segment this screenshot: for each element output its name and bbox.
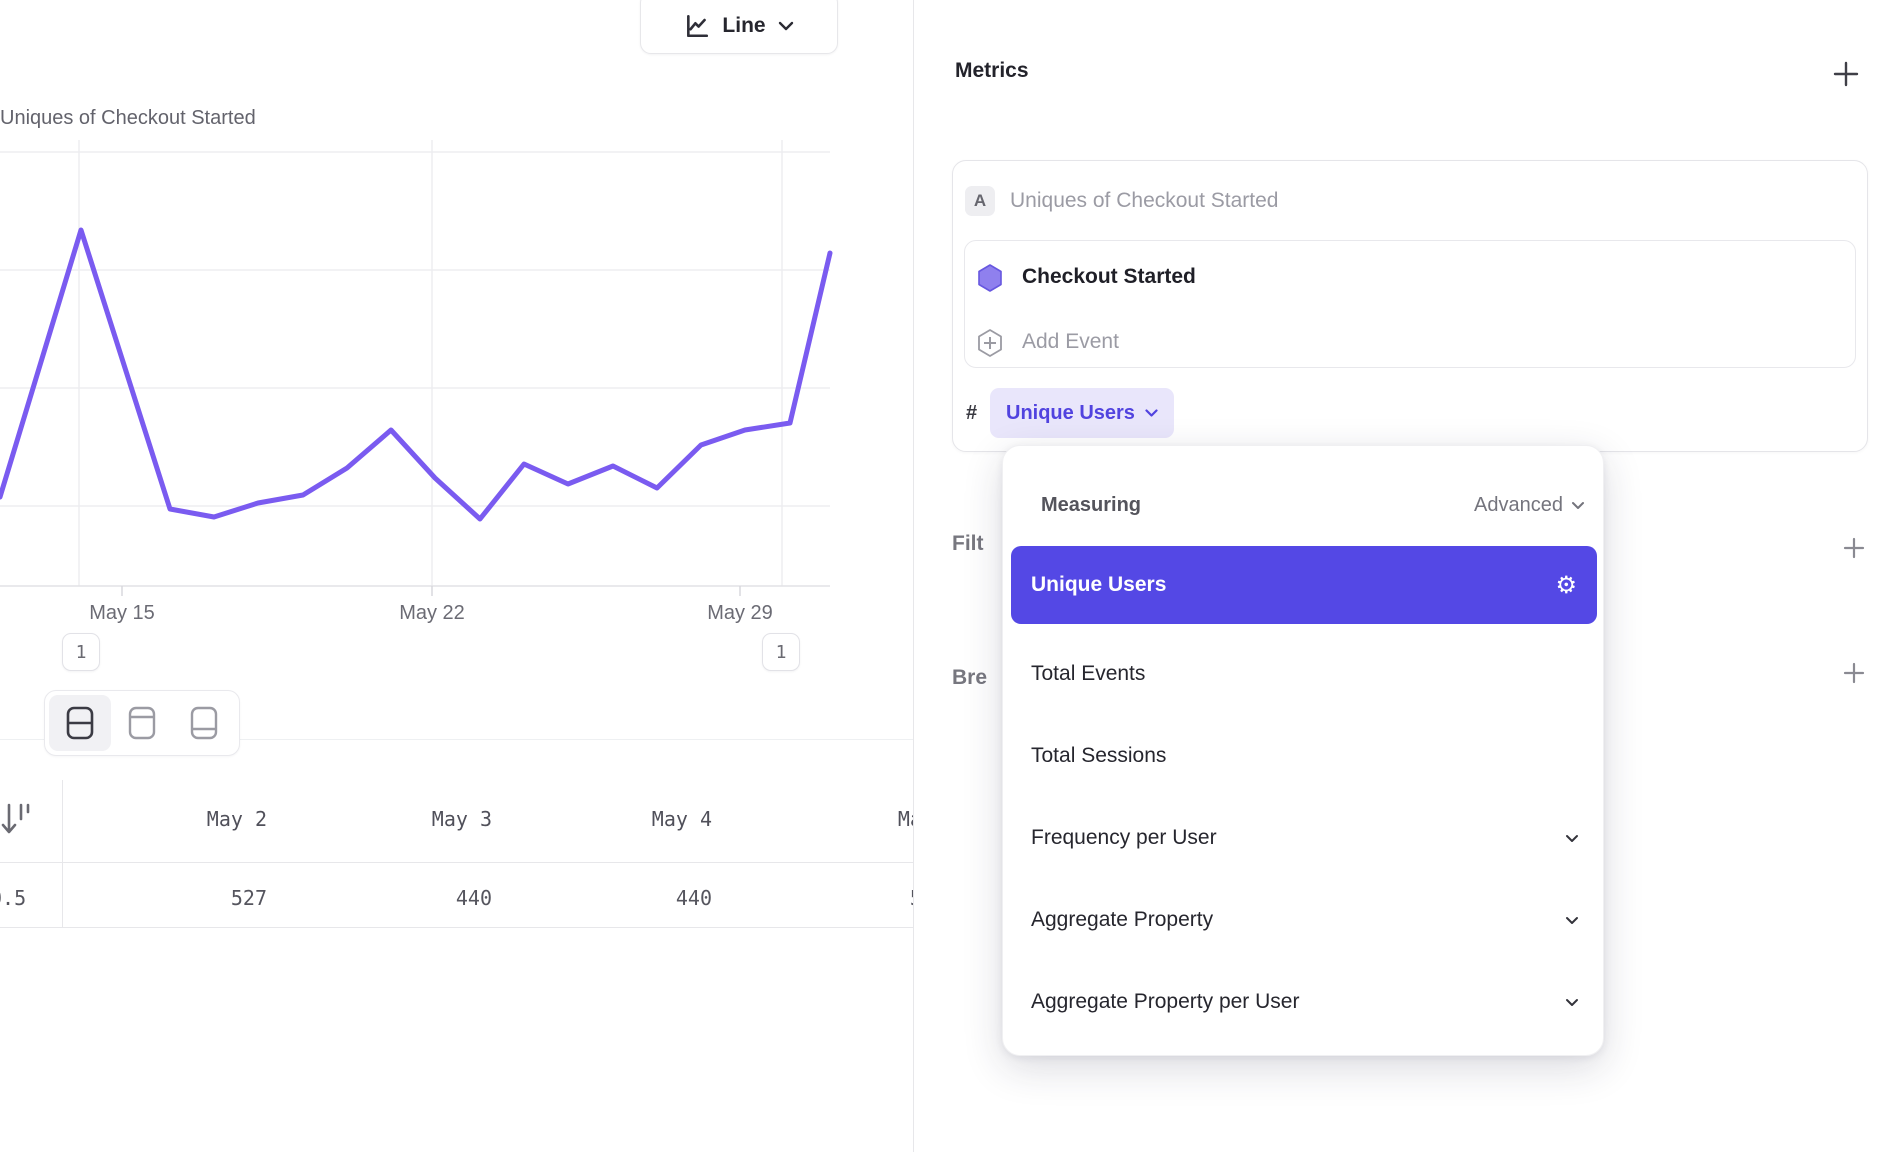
insights-report: May 15 May 22 May 29 Line Uniques of Check… [0, 0, 1898, 1152]
aggregation-chip[interactable]: Unique Users [990, 388, 1174, 438]
split-view-icon [66, 706, 94, 740]
table-cell: 527 [62, 886, 267, 910]
filters-section-label: Filt [952, 532, 984, 556]
table-only-icon [190, 706, 218, 740]
hexagon-icon [976, 263, 1004, 293]
table-header-cell[interactable]: May 2 [62, 807, 267, 831]
table-header-cell[interactable]: May 3 [287, 807, 492, 831]
chevron-down-icon [1565, 916, 1579, 925]
dropdown-option-aggregate-property-per-user[interactable]: Aggregate Property per User [1011, 974, 1597, 1030]
add-filter-button[interactable] [1842, 536, 1866, 560]
plus-icon [1833, 61, 1859, 87]
chart-panel: May 15 May 22 May 29 Line Uniques of Check… [0, 0, 914, 1152]
table-header-cell[interactable]: May 4 [507, 807, 712, 831]
dropdown-option-total-events[interactable]: Total Events [1011, 646, 1597, 702]
dropdown-option-frequency-per-user[interactable]: Frequency per User [1011, 810, 1597, 866]
dropdown-option-label: Frequency per User [1031, 826, 1217, 850]
table-header-cell[interactable]: May [729, 807, 914, 831]
annotation-badge[interactable]: 1 [762, 633, 800, 671]
breakdowns-section-label: Bre [952, 666, 987, 690]
table-cell: 51 [729, 886, 914, 910]
chevron-down-icon [778, 21, 794, 31]
aggregation-prefix: # [966, 402, 977, 425]
chart-title: Uniques of Checkout Started [0, 107, 256, 130]
add-metric-button[interactable] [1832, 60, 1860, 88]
chevron-down-icon [1571, 501, 1585, 510]
add-event-button[interactable]: Add Event [1022, 330, 1119, 354]
metrics-section-title: Metrics [955, 59, 1029, 83]
add-breakdown-button[interactable] [1842, 661, 1866, 685]
layout-chart-only-button[interactable] [111, 695, 173, 751]
aggregation-chip-label: Unique Users [1006, 402, 1135, 425]
table-row-label-value: 0.5 [0, 886, 36, 910]
dropdown-option-label: Aggregate Property [1031, 908, 1213, 932]
line-chart-icon [684, 13, 710, 39]
advanced-mode-toggle[interactable]: Advanced [1474, 494, 1585, 517]
dropdown-option-aggregate-property[interactable]: Aggregate Property [1011, 892, 1597, 948]
event-name[interactable]: Checkout Started [1022, 265, 1196, 289]
gear-icon[interactable]: ⚙ [1555, 573, 1577, 597]
chevron-down-icon [1145, 409, 1158, 417]
table-row-border [0, 927, 913, 928]
add-event-icon [976, 328, 1004, 358]
plus-icon [1843, 662, 1865, 684]
line-chart[interactable]: May 15 May 22 May 29 [0, 0, 860, 640]
table-header-border [0, 862, 913, 863]
advanced-mode-label: Advanced [1474, 494, 1563, 517]
table-cell: 440 [507, 886, 712, 910]
chart-type-button[interactable]: Line [640, 0, 838, 54]
layout-table-only-button[interactable] [173, 695, 235, 751]
plus-icon [1843, 537, 1865, 559]
layout-split-view-button[interactable] [49, 695, 111, 751]
layout-toggle-group [44, 690, 240, 756]
chevron-down-icon [1565, 834, 1579, 843]
svg-text:May 22: May 22 [399, 602, 465, 624]
chevron-down-icon [1565, 998, 1579, 1007]
dropdown-option-label: Total Events [1031, 662, 1145, 686]
dropdown-option-total-sessions[interactable]: Total Sessions [1011, 728, 1597, 784]
measuring-label: Measuring [1041, 494, 1141, 517]
dropdown-option-unique-users[interactable]: Unique Users ⚙ [1011, 546, 1597, 624]
chart-type-label: Line [722, 14, 765, 38]
sort-descending-icon[interactable] [0, 799, 34, 839]
measuring-dropdown: Measuring Advanced Unique Users ⚙ Total … [1002, 445, 1604, 1056]
table-cell: 440 [287, 886, 492, 910]
panel-divider [913, 0, 914, 1152]
svg-text:May 15: May 15 [89, 602, 155, 624]
chart-only-icon [128, 706, 156, 740]
dropdown-option-label: Unique Users [1031, 573, 1166, 597]
dropdown-option-label: Total Sessions [1031, 744, 1166, 768]
annotation-badge[interactable]: 1 [62, 633, 100, 671]
dropdown-option-label: Aggregate Property per User [1031, 990, 1299, 1014]
metric-badge: A [965, 186, 995, 216]
metric-card-title: Uniques of Checkout Started [1010, 189, 1279, 213]
svg-text:May 29: May 29 [707, 602, 773, 624]
